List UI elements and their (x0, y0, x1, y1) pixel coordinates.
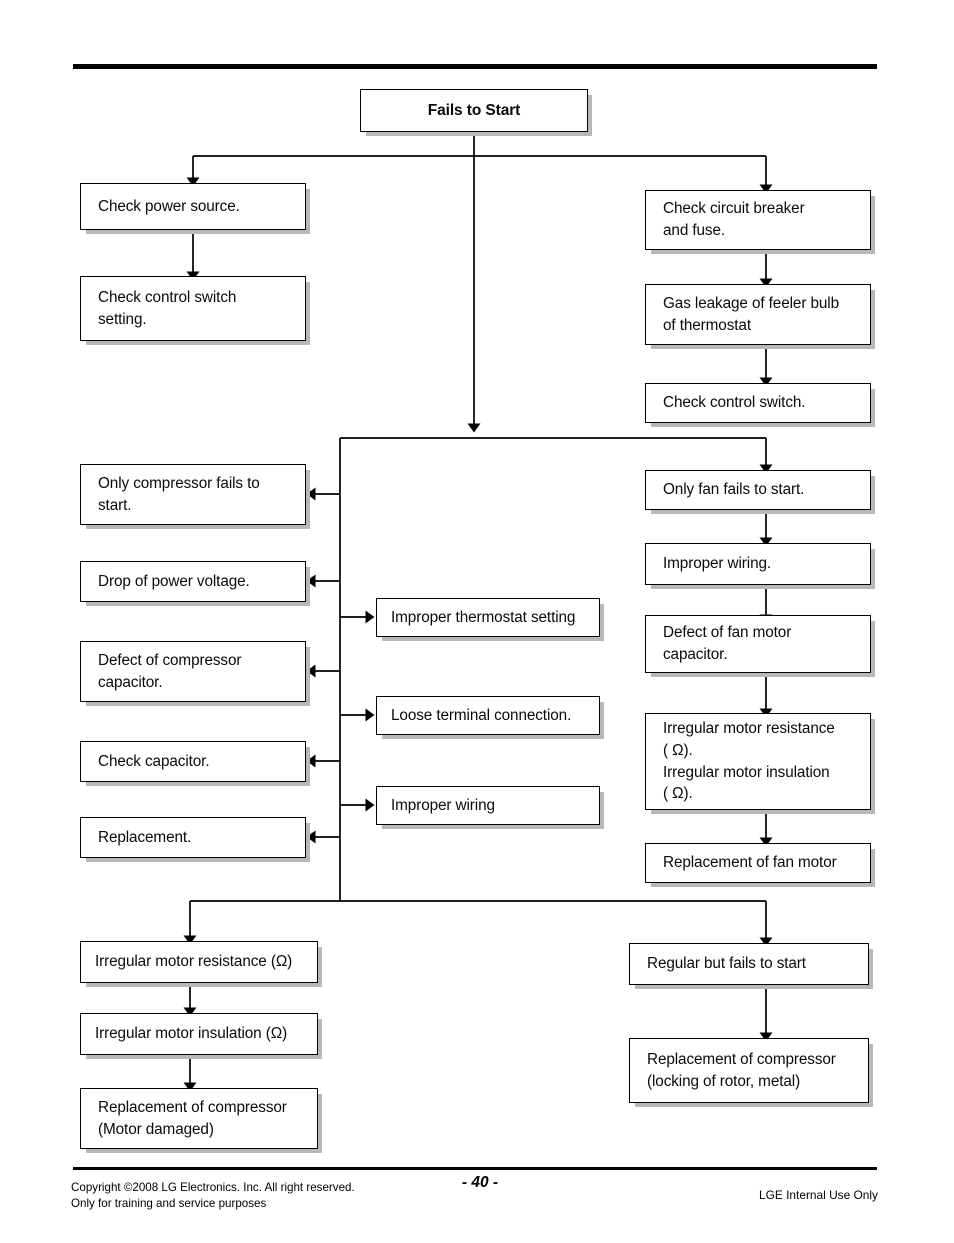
node-label: Fails to Start (427, 101, 521, 119)
node-label: Defect of compressor capacitor. (98, 651, 242, 691)
node-irregular-motor-insulation-bottom[interactable]: Irregular motor insulation (Ω) (80, 1013, 318, 1055)
node-check-control-switch-setting[interactable]: Check control switch setting. (80, 276, 306, 341)
node-label: Gas leakage of feeler bulb of thermostat (663, 294, 839, 334)
node-regular-but-fails-to-start[interactable]: Regular but fails to start (629, 943, 869, 985)
footer-rule (73, 1167, 877, 1170)
node-loose-terminal-connection[interactable]: Loose terminal connection. (376, 696, 600, 735)
node-drop-of-power-voltage[interactable]: Drop of power voltage. (80, 561, 306, 602)
node-label: Improper wiring (391, 796, 495, 814)
node-label: Irregular motor resistance ( Ω). Irregul… (663, 720, 835, 803)
node-fails-to-start[interactable]: Fails to Start (360, 89, 588, 132)
node-label: Drop of power voltage. (98, 572, 250, 590)
node-label: Regular but fails to start (647, 955, 806, 973)
node-only-compressor-fails-to-start[interactable]: Only compressor fails to start. (80, 464, 306, 525)
node-replacement[interactable]: Replacement. (80, 817, 306, 858)
node-label: Check power source. (98, 197, 240, 215)
node-label: Defect of fan motor capacitor. (663, 624, 792, 663)
node-label: Check capacitor. (98, 752, 210, 770)
footer-internal-use-notice: LGE Internal Use Only (759, 1188, 878, 1202)
node-label: Improper wiring. (663, 555, 772, 573)
node-improper-thermostat-setting[interactable]: Improper thermostat setting (376, 598, 600, 637)
node-label: Check control switch setting. (98, 288, 237, 328)
node-improper-wiring-middle[interactable]: Improper wiring (376, 786, 600, 825)
node-label: Improper thermostat setting (391, 608, 576, 626)
footer-copyright: Copyright ©2008 LG Electronics. Inc. All… (71, 1181, 355, 1211)
flowchart-page: Fails to Start Check power source. Check… (0, 0, 954, 1243)
node-label: Check control switch. (663, 394, 806, 412)
node-gas-leakage-feeler-bulb[interactable]: Gas leakage of feeler bulb of thermostat (645, 284, 871, 345)
node-replacement-of-compressor-motor-damaged[interactable]: Replacement of compressor (Motor damaged… (80, 1088, 318, 1149)
node-improper-wiring-right[interactable]: Improper wiring. (645, 543, 871, 585)
node-label: Check circuit breaker and fuse. (663, 200, 805, 239)
page-number: - 40 - (461, 1174, 499, 1191)
node-irregular-motor-resistance-bottom[interactable]: Irregular motor resistance (Ω) (80, 941, 318, 983)
node-label: Only compressor fails to start. (98, 474, 260, 514)
node-irregular-fan-motor-resistance-insulation[interactable]: Irregular motor resistance ( Ω). Irregul… (645, 713, 871, 810)
node-label: Loose terminal connection. (391, 706, 572, 724)
node-label: Replacement of compressor (Motor damaged… (98, 1098, 287, 1138)
node-replacement-of-fan-motor[interactable]: Replacement of fan motor (645, 843, 871, 883)
node-replacement-of-compressor-locking-rotor[interactable]: Replacement of compressor (locking of ro… (629, 1038, 869, 1103)
node-label: Replacement of fan motor (663, 854, 837, 872)
node-check-circuit-breaker-and-fuse[interactable]: Check circuit breaker and fuse. (645, 190, 871, 250)
node-defect-of-fan-motor-capacitor[interactable]: Defect of fan motor capacitor. (645, 615, 871, 673)
node-check-power-source[interactable]: Check power source. (80, 183, 306, 230)
node-check-control-switch[interactable]: Check control switch. (645, 383, 871, 423)
node-only-fan-fails-to-start[interactable]: Only fan fails to start. (645, 470, 871, 510)
node-defect-of-compressor-capacitor[interactable]: Defect of compressor capacitor. (80, 641, 306, 702)
node-label: Only fan fails to start. (663, 481, 805, 499)
node-label: Replacement of compressor (locking of ro… (647, 1050, 836, 1090)
node-label: Irregular motor insulation (Ω) (95, 1025, 288, 1043)
node-label: Replacement. (98, 828, 192, 846)
node-check-capacitor[interactable]: Check capacitor. (80, 741, 306, 782)
node-label: Irregular motor resistance (Ω) (95, 953, 293, 971)
